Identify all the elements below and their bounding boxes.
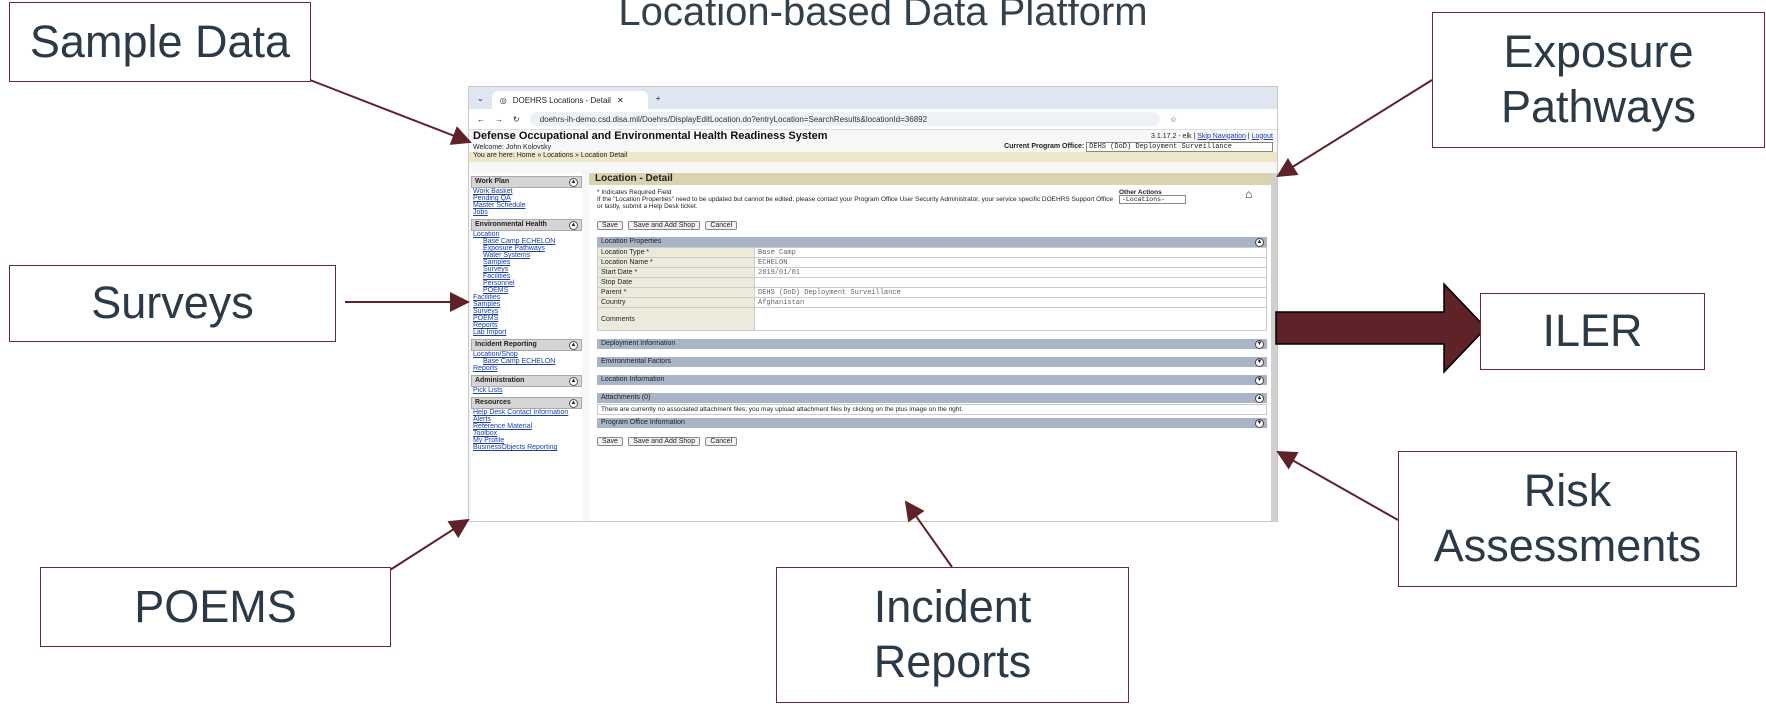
callout-iler: ILER bbox=[1480, 293, 1705, 370]
arrow-incident bbox=[904, 500, 953, 568]
arrow-sample-data bbox=[309, 79, 472, 145]
callout-risk-assessments: Risk Assessments bbox=[1398, 451, 1737, 587]
callout-surveys: Surveys bbox=[9, 265, 336, 342]
arrow-iler bbox=[1275, 282, 1488, 374]
callout-sample-data: Sample Data bbox=[9, 2, 311, 82]
callout-poems: POEMS bbox=[40, 567, 391, 647]
arrow-poems bbox=[389, 518, 470, 571]
arrow-exposure bbox=[1276, 79, 1433, 178]
callout-exposure-pathways: Exposure Pathways bbox=[1432, 12, 1765, 148]
arrow-risk bbox=[1276, 451, 1399, 521]
callout-incident-reports: Incident Reports bbox=[776, 567, 1129, 703]
